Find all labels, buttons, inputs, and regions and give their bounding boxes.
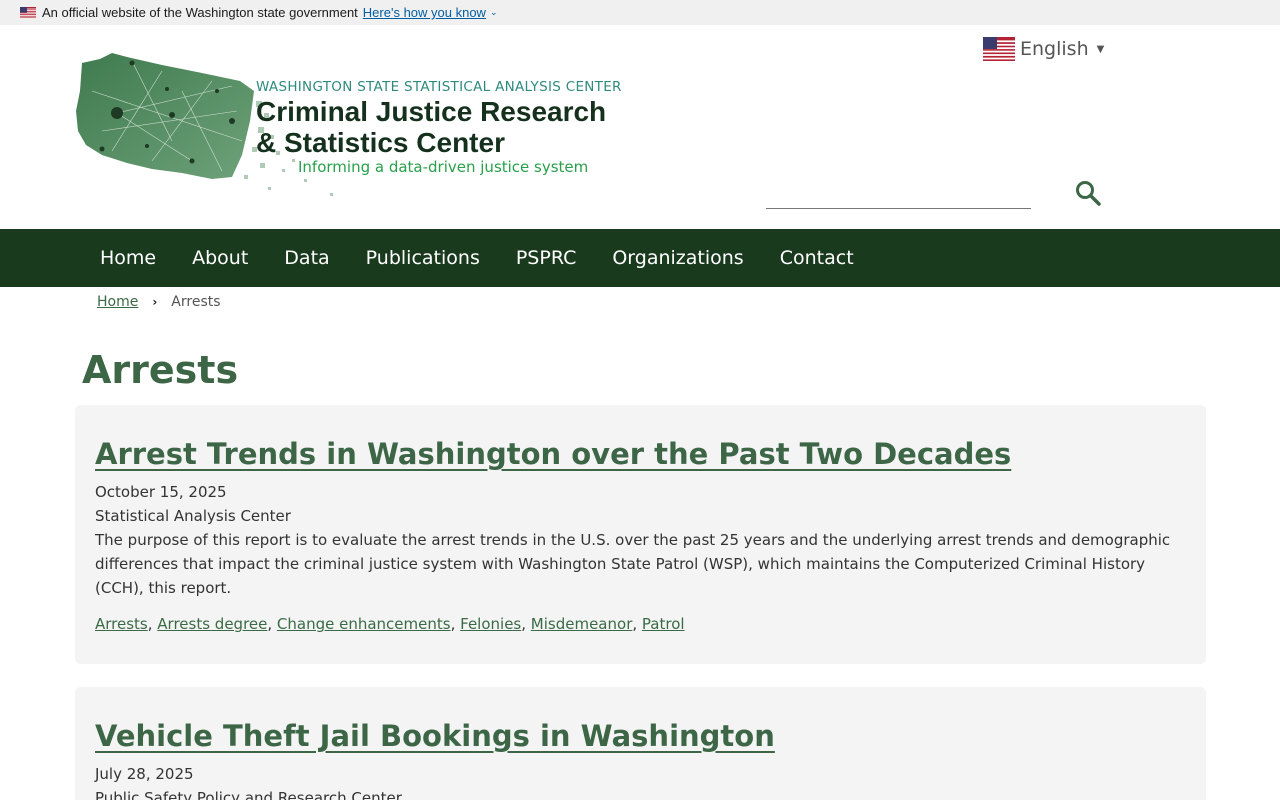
search-icon[interactable] [1074, 179, 1102, 207]
publication-date: October 15, 2025 [95, 483, 227, 501]
publication-date: July 28, 2025 [95, 765, 194, 783]
tag-link[interactable]: Change enhancements [277, 615, 451, 633]
logo-tagline: Informing a data-driven justice system [298, 158, 589, 176]
logo-title-line1: Criminal Justice Research [256, 96, 607, 127]
breadcrumb-current: Arrests [171, 294, 221, 310]
language-label: English [1020, 38, 1089, 60]
publication-card: Vehicle Theft Jail Bookings in Washingto… [75, 687, 1206, 800]
nav-item-data[interactable]: Data [266, 247, 347, 269]
publication-title-link[interactable]: Arrest Trends in Washington over the Pas… [95, 437, 1011, 471]
nav-item-psprc[interactable]: PSPRC [498, 247, 595, 269]
official-banner: An official website of the Washington st… [0, 0, 1280, 25]
site-header: WASHINGTON STATE STATISTICAL ANALYSIS CE… [0, 25, 1280, 229]
official-banner-text: An official website of the Washington st… [42, 5, 358, 20]
language-selector[interactable]: English ▼ [983, 37, 1104, 61]
us-flag-icon [983, 37, 1015, 61]
tag-link[interactable]: Misdemeanor [531, 615, 633, 633]
page-title: Arrests [82, 348, 239, 392]
tag-link[interactable]: Patrol [642, 615, 685, 633]
publication-tags: Arrests, Arrests degree, Change enhancem… [95, 615, 685, 633]
nav-item-home[interactable]: Home [82, 247, 174, 269]
nav-item-publications[interactable]: Publications [348, 247, 498, 269]
publication-organization: Statistical Analysis Center [95, 507, 291, 525]
publication-organization: Public Safety Policy and Research Center [95, 789, 402, 800]
tag-link[interactable]: Felonies [460, 615, 521, 633]
publication-description: The purpose of this report is to evaluat… [95, 531, 1171, 597]
nav-item-contact[interactable]: Contact [762, 247, 872, 269]
breadcrumb-home-link[interactable]: Home [97, 294, 138, 310]
chevron-right-icon: › [152, 295, 158, 309]
chevron-down-icon[interactable]: ⌄ [490, 7, 498, 18]
logo-subtitle: WASHINGTON STATE STATISTICAL ANALYSIS CE… [256, 79, 622, 95]
publication-card: Arrest Trends in Washington over the Pas… [75, 405, 1206, 664]
search-input[interactable] [766, 185, 1031, 209]
site-logo-text[interactable]: WASHINGTON STATE STATISTICAL ANALYSIS CE… [256, 79, 622, 176]
nav-item-organizations[interactable]: Organizations [594, 247, 761, 269]
breadcrumb: Home › Arrests [97, 294, 221, 310]
main-navigation: Home About Data Publications PSPRC Organ… [0, 229, 1280, 287]
nav-item-about[interactable]: About [174, 247, 266, 269]
tag-link[interactable]: Arrests [95, 615, 148, 633]
logo-title-line2: & Statistics Center [256, 127, 505, 158]
us-flag-icon [20, 7, 36, 18]
tag-link[interactable]: Arrests degree [157, 615, 267, 633]
publication-title-link[interactable]: Vehicle Theft Jail Bookings in Washingto… [95, 719, 775, 753]
how-you-know-link[interactable]: Here's how you know [363, 5, 486, 20]
caret-down-icon: ▼ [1096, 43, 1105, 55]
